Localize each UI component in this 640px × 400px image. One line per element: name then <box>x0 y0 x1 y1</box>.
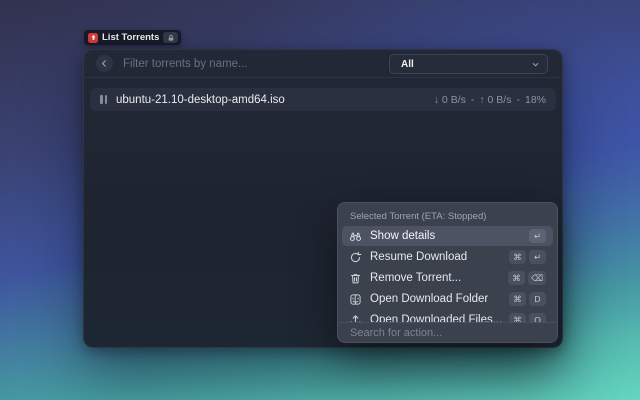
action-panel: Selected Torrent (ETA: Stopped) Show det… <box>337 202 558 343</box>
desktop-background: List Torrents All ubuntu-21.10-desktop-a… <box>0 0 640 400</box>
action-resume-download[interactable]: Resume Download ⌘ ↵ <box>342 247 553 267</box>
command-badge-label: List Torrents <box>102 32 160 43</box>
upload-speed: ↑ 0 B/s <box>479 93 512 106</box>
restart-icon <box>349 251 362 264</box>
separator: - <box>516 93 520 106</box>
torrent-title: ubuntu-21.10-desktop-amd64.iso <box>116 93 285 106</box>
action-search-input[interactable] <box>350 326 545 339</box>
shortcut-keys: ⌘ ↵ <box>509 250 546 264</box>
action-panel-title: Selected Torrent (ETA: Stopped) <box>350 211 487 222</box>
raycast-window: All ubuntu-21.10-desktop-amd64.iso ↓ 0 B… <box>83 49 563 348</box>
action-show-details[interactable]: Show details ↵ <box>342 226 553 246</box>
shortcut-keys: ⌘ ⌫ <box>507 271 546 285</box>
trash-icon <box>349 272 362 285</box>
back-button[interactable] <box>96 55 113 72</box>
action-label: Remove Torrent... <box>370 272 462 284</box>
progress-percent: 18% <box>524 93 546 106</box>
transmission-icon <box>88 32 98 43</box>
shortcut-keys: ⌘ D <box>509 292 546 306</box>
key-delete: ⌫ <box>527 271 546 285</box>
chevron-down-icon <box>532 62 539 66</box>
shortcut-keys: ↵ <box>529 229 546 243</box>
key-cmd: ⌘ <box>509 292 526 306</box>
pause-icon <box>100 95 107 104</box>
torrent-row[interactable]: ubuntu-21.10-desktop-amd64.iso ↓ 0 B/s -… <box>90 88 556 111</box>
chevron-left-icon <box>102 60 106 67</box>
lock-icon <box>163 32 179 43</box>
action-label: Show details <box>370 230 436 242</box>
finder-icon <box>349 293 362 306</box>
filter-dropdown[interactable]: All <box>389 54 548 74</box>
filter-dropdown-value: All <box>401 58 414 70</box>
action-list: Show details ↵ Resume Download ⌘ ↵ Remov… <box>338 226 557 323</box>
action-remove-torrent[interactable]: Remove Torrent... ⌘ ⌫ <box>342 268 553 288</box>
key-cmd: ⌘ <box>509 250 526 264</box>
command-badge[interactable]: List Torrents <box>84 30 182 45</box>
search-bar: All <box>84 50 562 78</box>
key-return: ↵ <box>529 229 546 243</box>
key-return: ↵ <box>529 250 546 264</box>
download-speed: ↓ 0 B/s <box>433 93 466 106</box>
separator: - <box>470 93 475 106</box>
torrent-list: ubuntu-21.10-desktop-amd64.iso ↓ 0 B/s -… <box>84 78 562 111</box>
action-open-download-folder[interactable]: Open Download Folder ⌘ D <box>342 289 553 309</box>
torrent-accessories: ↓ 0 B/s - ↑ 0 B/s - 18% <box>434 94 546 106</box>
binoculars-icon <box>349 230 362 243</box>
action-label: Open Download Folder <box>370 293 489 305</box>
action-label: Resume Download <box>370 251 468 263</box>
key-d: D <box>529 292 546 306</box>
action-panel-footer <box>338 322 557 342</box>
key-cmd: ⌘ <box>507 271 525 285</box>
